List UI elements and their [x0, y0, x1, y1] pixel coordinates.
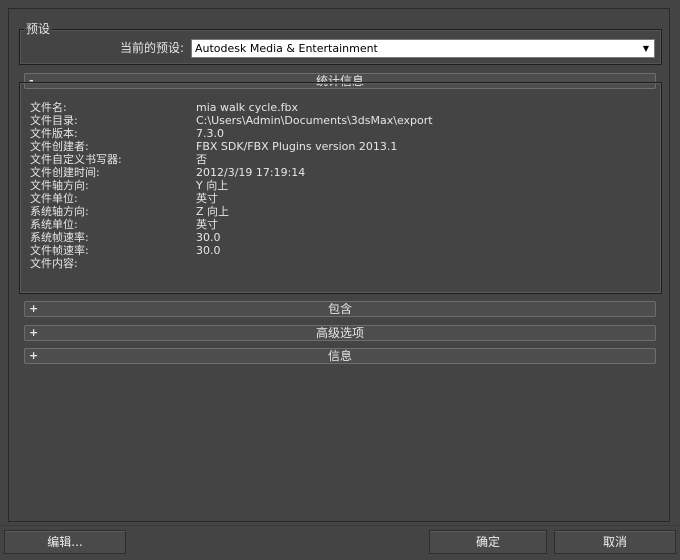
stats-value: Y 向上 — [196, 179, 229, 192]
rollout-header-advanced[interactable]: + 高级选项 — [24, 325, 656, 341]
stats-value: 7.3.0 — [196, 127, 224, 140]
rollout-header-info[interactable]: + 信息 — [24, 348, 656, 364]
stats-value: 30.0 — [196, 231, 221, 244]
stats-value: 2012/3/19 17:19:14 — [196, 166, 306, 179]
rollout-title-advanced: 高级选项 — [315, 326, 364, 340]
dropdown-arrow-icon[interactable]: ▼ — [640, 42, 652, 55]
stats-value: mia walk cycle.fbx — [196, 101, 298, 114]
stats-value: 英寸 — [196, 192, 218, 205]
ok-button[interactable]: 确定 — [429, 530, 547, 554]
stats-key: 系统帧速率: — [30, 231, 89, 244]
cancel-button[interactable]: 取消 — [554, 530, 676, 554]
preset-group-title: 预设 — [24, 22, 53, 36]
stats-value: 否 — [196, 153, 207, 166]
stats-key: 文件自定义书写器: — [30, 153, 122, 166]
stats-key: 系统轴方向: — [30, 205, 89, 218]
stats-key: 文件版本: — [30, 127, 78, 140]
stats-value: C:\Users\Admin\Documents\3dsMax\export — [196, 114, 433, 127]
stats-value: 30.0 — [196, 244, 221, 257]
stats-key: 文件轴方向: — [30, 179, 89, 192]
rollout-title-info: 信息 — [327, 349, 352, 363]
preset-dropdown-value: Autodesk Media & Entertainment — [195, 42, 378, 55]
rollout-title-include: 包含 — [327, 302, 352, 316]
rollout-header-include[interactable]: + 包含 — [24, 301, 656, 317]
stats-key: 文件帧速率: — [30, 244, 89, 257]
stats-value: 英寸 — [196, 218, 218, 231]
stats-key: 文件创建时间: — [30, 166, 100, 179]
stats-key: 文件单位: — [30, 192, 78, 205]
stats-key: 系统单位: — [30, 218, 78, 231]
stats-key: 文件创建者: — [30, 140, 89, 153]
edit-button[interactable]: 编辑... — [4, 530, 126, 554]
preset-dropdown[interactable]: Autodesk Media & Entertainment ▼ — [191, 39, 655, 58]
stats-value: Z 向上 — [196, 205, 230, 218]
current-preset-label: 当前的预设: — [120, 41, 185, 55]
stats-key: 文件名: — [30, 101, 67, 114]
stats-value: FBX SDK/FBX Plugins version 2013.1 — [196, 140, 398, 153]
stats-key: 文件目录: — [30, 114, 78, 127]
stats-key: 文件内容: — [30, 257, 78, 270]
footer-separator — [0, 525, 680, 526]
